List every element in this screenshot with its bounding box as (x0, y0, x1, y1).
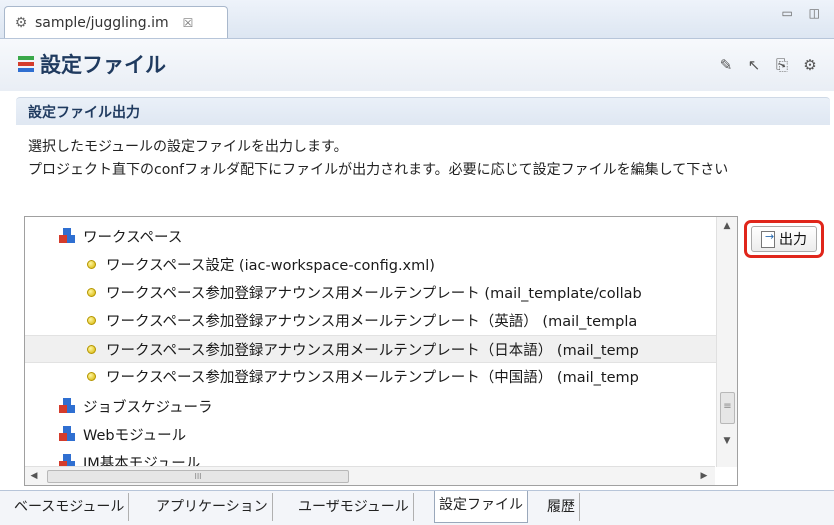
output-button[interactable]: 出力 (751, 226, 817, 252)
scroll-right-icon[interactable]: ▶ (695, 467, 713, 485)
tree-node-label: ワークスペース参加登録アナウンス用メールテンプレート（英語） (mail_tem… (106, 313, 638, 330)
scroll-left-icon[interactable]: ◀ (25, 467, 43, 485)
tree-node-module[interactable]: ワークスペース (25, 223, 737, 249)
tree-node-label: ワークスペース参加登録アナウンス用メールテンプレート（日本語） (mail_te… (106, 342, 639, 359)
export-file-icon (761, 230, 775, 248)
tree-node-file[interactable]: ワークスペース参加登録アナウンス用メールテンプレート（中国語） (mail_te… (25, 363, 737, 389)
tree-node-file[interactable]: ワークスペース参加登録アナウンス用メールテンプレート（英語） (mail_tem… (25, 307, 737, 333)
file-dot-icon (87, 344, 96, 354)
tab-history[interactable]: 履歴 (543, 493, 580, 521)
file-dot-icon (87, 259, 96, 269)
tree-node-label: ワークスペース参加登録アナウンス用メールテンプレート (mail_templat… (106, 285, 642, 302)
tab-user-module[interactable]: ユーザモジュール (294, 493, 414, 521)
module-icon (59, 228, 75, 244)
tree-node-file[interactable]: ワークスペース参加登録アナウンス用メールテンプレート (mail_templat… (25, 279, 737, 305)
vertical-scrollbar[interactable]: ▲ ≡ ▼ (716, 217, 737, 467)
gear-icon: ⚙ (14, 14, 28, 31)
pin-icon[interactable]: ↖ (744, 55, 764, 75)
tree-node-file[interactable]: ワークスペース設定 (iac-workspace-config.xml) (25, 251, 737, 277)
form-header: 設定ファイル ✎ ↖ ⎘ ⚙ (0, 39, 834, 91)
tree-node-label: ワークスペース設定 (iac-workspace-config.xml) (106, 257, 435, 274)
tree-node-label: ワークスペース参加登録アナウンス用メールテンプレート（中国語） (mail_te… (106, 369, 639, 386)
tab-application[interactable]: アプリケーション (152, 493, 273, 521)
section-title: 設定ファイル出力 (28, 105, 140, 121)
vertical-scroll-thumb[interactable]: ≡ (720, 392, 735, 424)
module-tree[interactable]: ワークスペース ワークスペース設定 (iac-workspace-config.… (24, 216, 738, 486)
close-icon[interactable]: ☒ (183, 16, 194, 30)
tree-node-file-selected[interactable]: ワークスペース参加登録アナウンス用メールテンプレート（日本語） (mail_te… (25, 335, 737, 363)
scroll-up-icon[interactable]: ▲ (717, 217, 737, 235)
file-dot-icon (87, 371, 96, 381)
tree-node-module[interactable]: ジョブスケジューラ (25, 393, 737, 419)
tree-node-label: Webモジュール (83, 427, 187, 444)
tab-settings-file[interactable]: 設定ファイル (434, 491, 528, 523)
editor-tab-title: sample/juggling.im (35, 14, 169, 31)
editor-tab[interactable]: ⚙ sample/juggling.im ☒ (4, 6, 228, 38)
file-dot-icon (87, 315, 96, 325)
scroll-down-icon[interactable]: ▼ (717, 432, 737, 450)
wand-icon[interactable]: ✎ (716, 55, 736, 75)
tree-node-module[interactable]: Webモジュール (25, 421, 737, 447)
gear-icon[interactable]: ⚙ (800, 55, 820, 75)
editor-tab-strip: ⚙ sample/juggling.im ☒ ▭ ◫ (0, 0, 834, 39)
tree-node-label: ワークスペース (83, 229, 183, 246)
window-controls[interactable]: ▭ ◫ (782, 6, 827, 20)
export-icon[interactable]: ⎘ (772, 55, 792, 75)
tab-base-module[interactable]: ベースモジュール (10, 493, 130, 521)
output-button-label: 出力 (779, 232, 807, 248)
header-toolbar: ✎ ↖ ⎘ ⚙ (716, 55, 820, 75)
bottom-tab-bar: ベースモジュール アプリケーション ユーザモジュール 設定ファイル 履歴 (0, 490, 834, 525)
tree-node-label: ジョブスケジューラ (83, 399, 213, 416)
horizontal-scrollbar[interactable]: ◀ III ▶ (25, 466, 715, 485)
section-description-2: プロジェクト直下のconfフォルダ配下にファイルが出力されます。必要に応じて設定… (28, 162, 729, 178)
output-button-highlight: 出力 (744, 220, 824, 258)
settings-file-icon (18, 56, 34, 72)
file-dot-icon (87, 287, 96, 297)
module-icon (59, 426, 75, 442)
section-description-1: 選択したモジュールの設定ファイルを出力します。 (28, 139, 348, 155)
page-title: 設定ファイル (40, 53, 166, 77)
horizontal-scroll-thumb[interactable]: III (47, 470, 349, 483)
module-icon (59, 398, 75, 414)
